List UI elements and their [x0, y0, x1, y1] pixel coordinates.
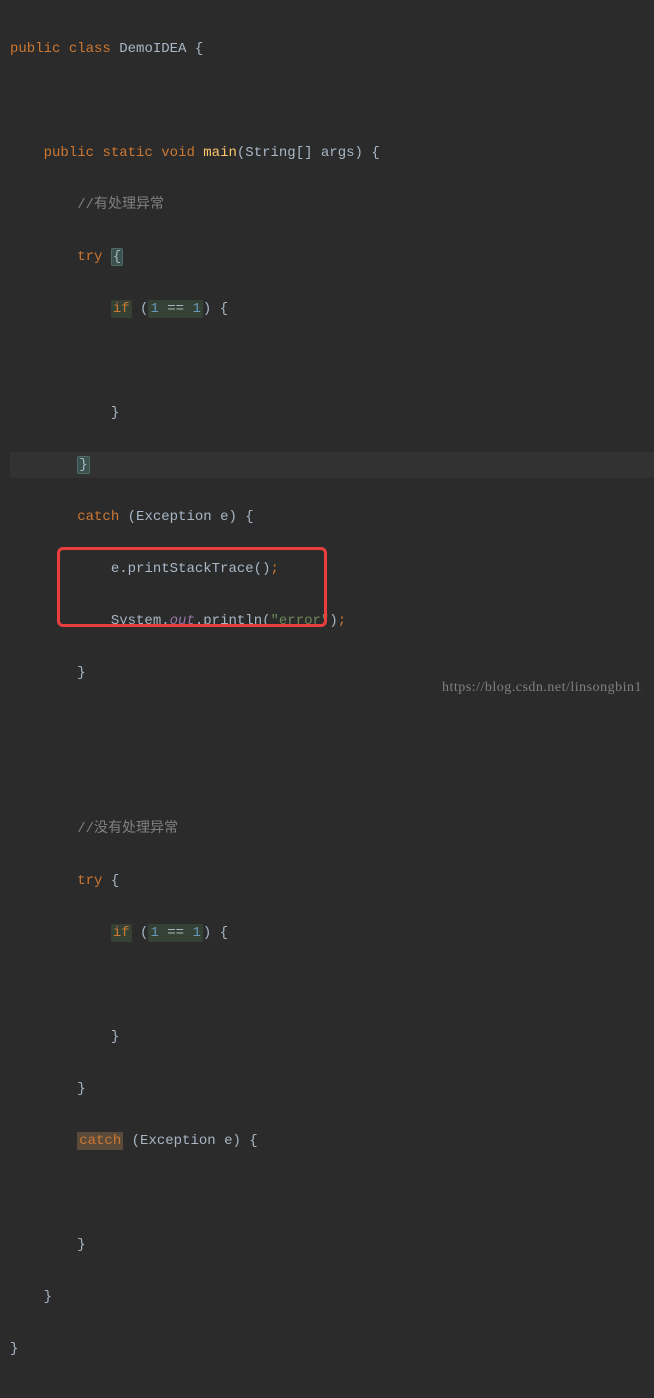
brace: } [77, 1081, 85, 1097]
method-name: main [203, 145, 237, 161]
brace-matched: { [111, 248, 123, 266]
paren: ( [128, 509, 136, 525]
field: out [170, 613, 195, 629]
code-line: } [10, 1024, 654, 1050]
signature: (String[] args) [237, 145, 363, 161]
keyword: try [77, 873, 102, 889]
code-line: public static void main(String[] args) { [10, 140, 654, 166]
semicolon: ; [270, 561, 278, 577]
number: 1 [150, 925, 158, 941]
code-line: //有处理异常 [10, 192, 654, 218]
type: Exception [136, 509, 212, 525]
code-line [10, 1180, 654, 1206]
obj: System [111, 613, 161, 629]
brace-matched: } [77, 456, 89, 474]
number: 1 [192, 301, 200, 317]
watermark-text: https://blog.csdn.net/linsongbin1 [442, 680, 642, 696]
dot: . [161, 613, 169, 629]
brace: { [195, 41, 203, 57]
brace: } [77, 665, 85, 681]
operator: == [167, 301, 184, 317]
operator: == [167, 925, 184, 941]
brace: } [111, 1029, 119, 1045]
code-line [10, 712, 654, 738]
code-line: if (1 == 1) { [10, 296, 654, 322]
code-line: public class DemoIDEA { [10, 36, 654, 62]
string: "error" [271, 613, 330, 629]
code-line: } [10, 400, 654, 426]
code-line: } [10, 1336, 654, 1362]
paren: ( [262, 613, 270, 629]
code-line: } [10, 1284, 654, 1310]
brace: { [245, 509, 253, 525]
code-line [10, 764, 654, 790]
paren: ( [132, 1133, 140, 1149]
code-line: } [10, 1076, 654, 1102]
type: Exception [140, 1133, 216, 1149]
code-line-current: } [10, 452, 654, 478]
code-line [10, 88, 654, 114]
code-line: catch (Exception e) { [10, 1128, 654, 1154]
code-line: try { [10, 868, 654, 894]
comment: //没有处理异常 [77, 821, 178, 837]
method: println [203, 613, 262, 629]
code-line [10, 972, 654, 998]
code-line: try { [10, 244, 654, 270]
code-line: if (1 == 1) { [10, 920, 654, 946]
brace: } [10, 1341, 18, 1357]
code-line [10, 348, 654, 374]
number: 1 [192, 925, 200, 941]
method: printStackTrace [128, 561, 254, 577]
number: 1 [150, 301, 158, 317]
code-line: e.printStackTrace(); [10, 556, 654, 582]
brace: } [77, 1237, 85, 1253]
class-name: DemoIDEA [119, 41, 186, 57]
brace: { [220, 925, 228, 941]
brace: { [249, 1133, 257, 1149]
brace: { [111, 873, 119, 889]
call: () [254, 561, 271, 577]
keyword: void [161, 145, 195, 161]
keyword: public [44, 145, 94, 161]
brace: } [111, 405, 119, 421]
paren: ) [329, 613, 337, 629]
brace: { [220, 301, 228, 317]
keyword: if [111, 924, 132, 942]
keyword: try [77, 249, 102, 265]
code-line: } [10, 1232, 654, 1258]
keyword: public [10, 41, 60, 57]
var: e [224, 1133, 232, 1149]
brace: } [44, 1289, 52, 1305]
paren: ) [232, 1133, 240, 1149]
paren: ) [203, 301, 211, 317]
semicolon: ; [338, 613, 346, 629]
brace: { [371, 145, 379, 161]
obj: e [111, 561, 119, 577]
code-line: catch (Exception e) { [10, 504, 654, 530]
dot: . [119, 561, 127, 577]
keyword: static [102, 145, 152, 161]
code-line: System.out.println("error"); [10, 608, 654, 634]
paren: ) [228, 509, 236, 525]
keyword: catch [77, 1132, 123, 1150]
comment: //有处理异常 [77, 197, 164, 213]
keyword: class [69, 41, 111, 57]
paren: ) [203, 925, 211, 941]
code-line: //没有处理异常 [10, 816, 654, 842]
code-editor[interactable]: public class DemoIDEA { public static vo… [0, 0, 654, 1398]
keyword: catch [77, 509, 119, 525]
keyword: if [111, 300, 132, 318]
